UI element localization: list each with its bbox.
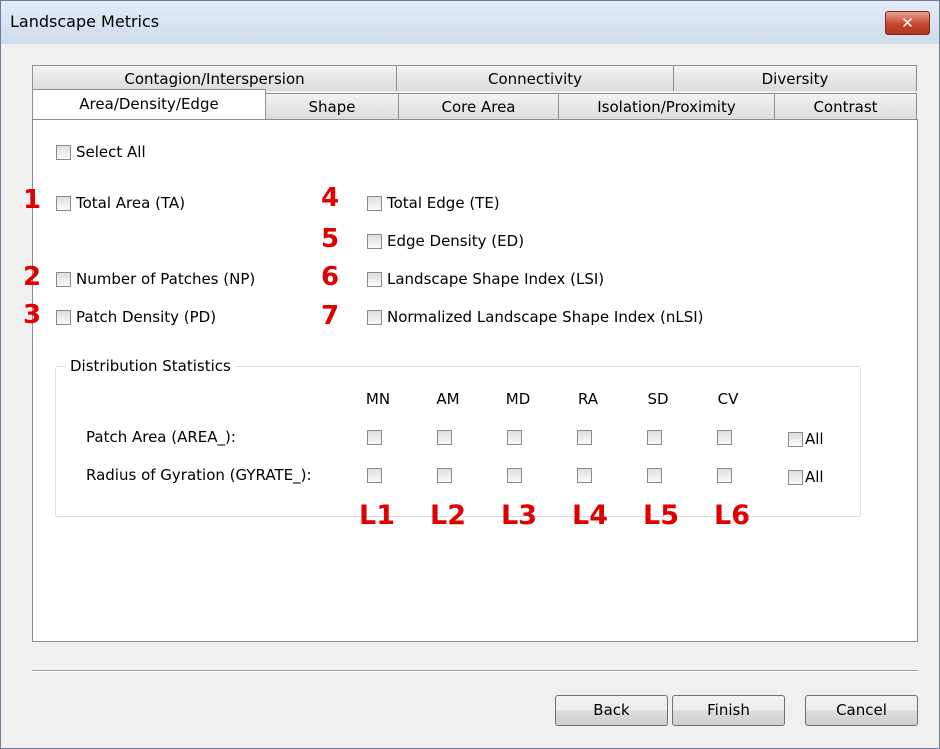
radius-of-gyration-row-label: Radius of Gyration (GYRATE_): [86, 466, 312, 484]
footer-separator [32, 670, 918, 672]
checkbox-box[interactable] [437, 468, 452, 483]
tab-core-area[interactable]: Core Area [398, 93, 559, 119]
patch-area-row-label: Patch Area (AREA_): [86, 428, 236, 446]
patch-density-label: Patch Density (PD) [76, 308, 217, 326]
back-button[interactable]: Back [555, 695, 668, 726]
marker-2: 2 [23, 262, 42, 292]
tab-isolation-proximity[interactable]: Isolation/Proximity [558, 93, 775, 119]
column-marker-l4: L4 [572, 500, 608, 531]
checkbox-box[interactable] [507, 430, 522, 445]
column-marker-l6: L6 [714, 500, 750, 531]
column-header-sd: SD [647, 390, 669, 408]
gyrate-ra-checkbox[interactable] [577, 468, 592, 483]
marker-5: 5 [321, 224, 340, 254]
column-marker-l1: L1 [359, 500, 395, 531]
checkbox-box[interactable] [367, 233, 382, 249]
checkbox-box[interactable] [507, 468, 522, 483]
close-button[interactable]: ✕ [885, 11, 930, 35]
checkbox-box[interactable] [647, 468, 662, 483]
column-header-mn: MN [365, 390, 391, 408]
gyrate-mn-checkbox[interactable] [367, 468, 382, 483]
column-header-md: MD [505, 390, 531, 408]
checkbox-box[interactable] [577, 430, 592, 445]
patch-area-am-checkbox[interactable] [437, 430, 452, 445]
cancel-button[interactable]: Cancel [805, 695, 918, 726]
patch-area-cv-checkbox[interactable] [717, 430, 732, 445]
patch-area-all-label: All [805, 430, 824, 448]
gyrate-all-checkbox[interactable]: All [788, 468, 824, 486]
checkbox-box[interactable] [788, 431, 803, 447]
edge-density-checkbox[interactable]: Edge Density (ED) [367, 232, 524, 250]
total-edge-label: Total Edge (TE) [387, 194, 500, 212]
patch-area-sd-checkbox[interactable] [647, 430, 662, 445]
checkbox-box[interactable] [56, 195, 71, 211]
patch-area-md-checkbox[interactable] [507, 430, 522, 445]
landscape-shape-index-label: Landscape Shape Index (LSI) [387, 270, 605, 288]
total-edge-checkbox[interactable]: Total Edge (TE) [367, 194, 500, 212]
patch-area-all-checkbox[interactable]: All [788, 430, 824, 448]
landscape-shape-index-checkbox[interactable]: Landscape Shape Index (LSI) [367, 270, 604, 288]
checkbox-box[interactable] [788, 469, 803, 485]
patch-area-mn-checkbox[interactable] [367, 430, 382, 445]
marker-6: 6 [321, 262, 340, 292]
tab-diversity[interactable]: Diversity [673, 65, 917, 91]
checkbox-box[interactable] [717, 468, 732, 483]
number-of-patches-label: Number of Patches (NP) [76, 270, 256, 288]
title-bar[interactable]: Landscape Metrics ✕ [1, 1, 939, 44]
normalized-landscape-shape-index-checkbox[interactable]: Normalized Landscape Shape Index (nLSI) [367, 308, 704, 326]
patch-density-checkbox[interactable]: Patch Density (PD) [56, 308, 216, 326]
total-area-label: Total Area (TA) [76, 194, 186, 212]
checkbox-box[interactable] [367, 271, 382, 287]
checkbox-box[interactable] [647, 430, 662, 445]
checkbox-box[interactable] [367, 195, 382, 211]
window-title: Landscape Metrics [10, 12, 160, 31]
column-header-ra: RA [577, 390, 599, 408]
column-marker-l5: L5 [643, 500, 679, 531]
select-all-checkbox[interactable]: Select All [56, 143, 146, 161]
marker-4: 4 [321, 183, 340, 213]
tab-contrast[interactable]: Contrast [774, 93, 917, 119]
distribution-statistics-legend: Distribution Statistics [66, 357, 235, 375]
tab-shape[interactable]: Shape [265, 93, 399, 119]
number-of-patches-checkbox[interactable]: Number of Patches (NP) [56, 270, 255, 288]
checkbox-box[interactable] [56, 309, 71, 325]
select-all-label: Select All [76, 143, 146, 161]
checkbox-box[interactable] [717, 430, 732, 445]
column-marker-l3: L3 [501, 500, 537, 531]
checkbox-box[interactable] [577, 468, 592, 483]
tab-connectivity[interactable]: Connectivity [396, 65, 674, 91]
finish-button[interactable]: Finish [672, 695, 785, 726]
gyrate-sd-checkbox[interactable] [647, 468, 662, 483]
checkbox-box[interactable] [56, 144, 71, 160]
gyrate-am-checkbox[interactable] [437, 468, 452, 483]
checkbox-box[interactable] [437, 430, 452, 445]
marker-7: 7 [321, 301, 340, 331]
gyrate-all-label: All [805, 468, 824, 486]
column-marker-l2: L2 [430, 500, 466, 531]
marker-1: 1 [23, 185, 42, 215]
edge-density-label: Edge Density (ED) [387, 232, 525, 250]
tab-area-density-edge[interactable]: Area/Density/Edge [32, 89, 266, 119]
checkbox-box[interactable] [367, 309, 382, 325]
patch-area-ra-checkbox[interactable] [577, 430, 592, 445]
checkbox-box[interactable] [367, 430, 382, 445]
close-icon: ✕ [901, 14, 914, 32]
normalized-landscape-shape-index-label: Normalized Landscape Shape Index (nLSI) [387, 308, 704, 326]
tab-contagion-interspersion[interactable]: Contagion/Interspersion [32, 65, 397, 91]
gyrate-md-checkbox[interactable] [507, 468, 522, 483]
column-header-am: AM [436, 390, 460, 408]
checkbox-box[interactable] [56, 271, 71, 287]
checkbox-box[interactable] [367, 468, 382, 483]
gyrate-cv-checkbox[interactable] [717, 468, 732, 483]
total-area-checkbox[interactable]: Total Area (TA) [56, 194, 185, 212]
marker-3: 3 [23, 300, 42, 330]
column-header-cv: CV [717, 390, 739, 408]
